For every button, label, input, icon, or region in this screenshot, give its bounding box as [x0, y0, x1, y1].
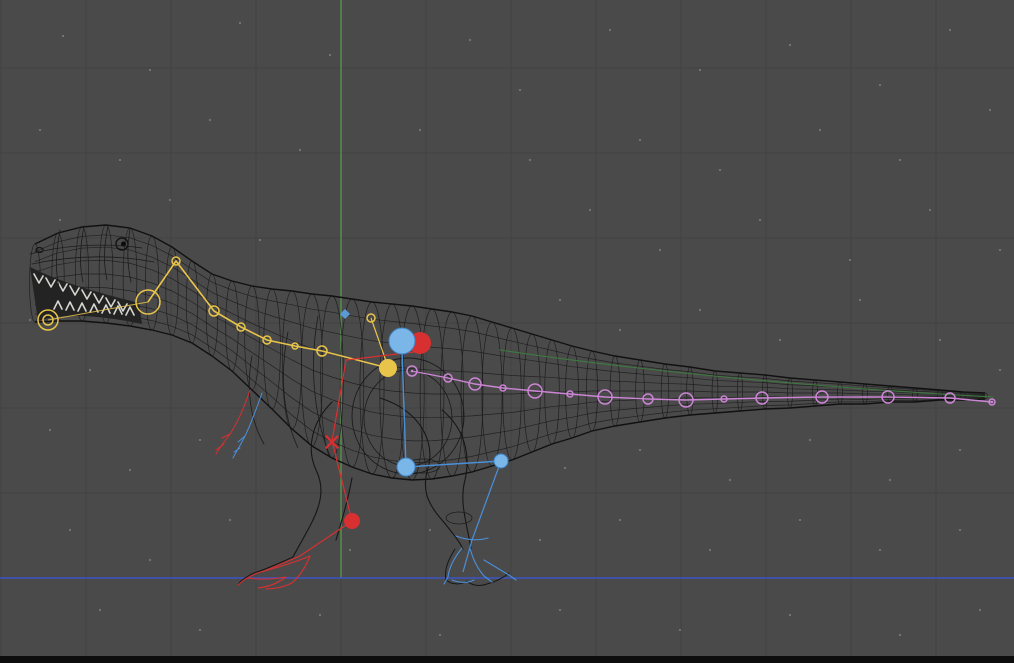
rig-control-disc[interactable] [388, 327, 416, 355]
rig-control-disc[interactable] [344, 513, 360, 529]
rig-control-disc[interactable] [379, 359, 397, 377]
rig-control-center-dot [990, 400, 994, 404]
rig-control-disc[interactable] [493, 453, 509, 469]
viewport-canvas[interactable] [0, 0, 1014, 663]
rig-control-center-dot [410, 369, 414, 373]
viewport-3d[interactable] [0, 0, 1014, 663]
bottom-bar [0, 656, 1014, 663]
rig-control-disc[interactable] [396, 457, 416, 477]
viewport-background [0, 0, 1014, 663]
